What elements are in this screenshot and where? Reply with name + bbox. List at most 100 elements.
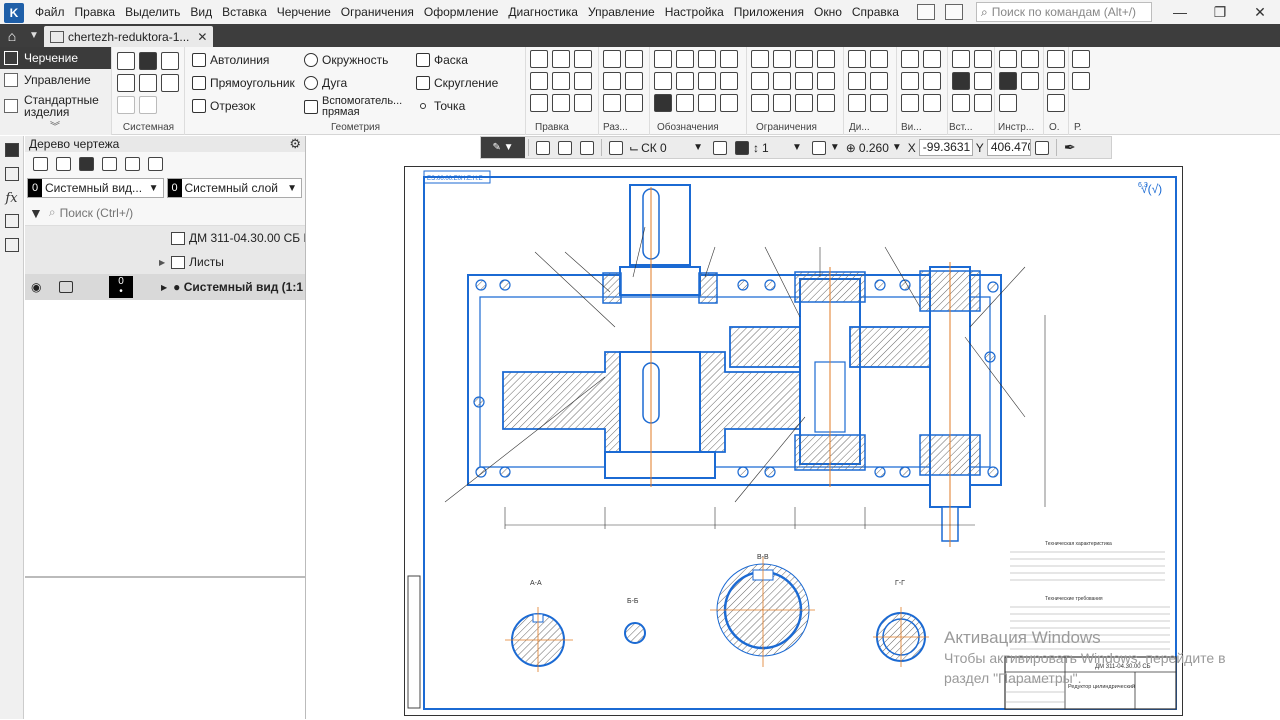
new-doc-icon[interactable] xyxy=(117,52,135,70)
eye-icon[interactable]: ◉ xyxy=(31,280,49,294)
menu-file[interactable]: Файл xyxy=(30,0,70,24)
mark-icon[interactable] xyxy=(654,72,672,90)
insert-note-icon[interactable] xyxy=(974,72,992,90)
numbering-panel-icon[interactable] xyxy=(4,238,19,252)
info-icon[interactable] xyxy=(848,94,866,112)
tree-filter-view-icon[interactable] xyxy=(148,157,163,171)
camera-icon[interactable] xyxy=(945,4,963,20)
tab-list-dropdown-icon[interactable]: ▼ xyxy=(24,24,44,47)
menu-manage[interactable]: Управление xyxy=(583,0,660,24)
collinear-icon[interactable] xyxy=(795,72,813,90)
menu-drawing[interactable]: Черчение xyxy=(272,0,336,24)
view-break-icon[interactable] xyxy=(923,94,941,112)
insert-image-icon[interactable] xyxy=(952,50,970,68)
insert-macro-icon[interactable] xyxy=(952,72,970,90)
array-icon[interactable] xyxy=(530,94,548,112)
angle-dim-icon[interactable] xyxy=(603,72,621,90)
tree-views-icon[interactable] xyxy=(56,157,71,171)
properties-panel-icon[interactable] xyxy=(4,167,19,181)
height-dim-icon[interactable] xyxy=(603,94,621,112)
tree-group-icon[interactable] xyxy=(102,157,117,171)
horizontal-icon[interactable] xyxy=(751,50,769,68)
menu-apps[interactable]: Приложения xyxy=(729,0,809,24)
roughness-icon[interactable] xyxy=(698,50,716,68)
eyedropper-icon[interactable]: ✒ xyxy=(1064,139,1076,156)
view-select[interactable]: 0 Системный вид... ▼ xyxy=(27,178,164,198)
tree-view-row[interactable]: ◉ 0 • ▶ ● Системный вид (1:1 xyxy=(25,274,305,300)
expand-arrow-icon[interactable]: ▶ xyxy=(159,258,165,267)
circle-button[interactable]: Окружность xyxy=(304,53,388,67)
layers-panel-icon[interactable] xyxy=(4,214,19,228)
snap-icon[interactable] xyxy=(536,140,550,155)
position-icon[interactable] xyxy=(676,50,694,68)
new-view-icon[interactable] xyxy=(901,50,919,68)
cut-icon[interactable] xyxy=(698,72,716,90)
measure-icon[interactable] xyxy=(848,50,866,68)
view-detail-icon[interactable] xyxy=(923,72,941,90)
print-icon[interactable] xyxy=(117,74,135,92)
parallel-icon[interactable] xyxy=(751,72,769,90)
render-icon[interactable] xyxy=(1072,72,1090,90)
fix-icon[interactable] xyxy=(795,50,813,68)
ortho-icon[interactable] xyxy=(712,140,727,155)
variables-fx-icon[interactable]: fx xyxy=(0,191,23,206)
text-icon[interactable] xyxy=(654,94,672,112)
tool-style-icon[interactable] xyxy=(999,94,1017,112)
preview-eye-icon[interactable] xyxy=(580,140,594,155)
step-value[interactable]: 1 xyxy=(762,141,792,155)
center-mark-icon[interactable] xyxy=(720,94,738,112)
tool-find-icon[interactable] xyxy=(1021,72,1039,90)
analysis-icon[interactable] xyxy=(870,94,888,112)
symmetric-icon[interactable] xyxy=(751,94,769,112)
insert-object-icon[interactable] xyxy=(974,94,992,112)
view-projection-icon[interactable] xyxy=(923,50,941,68)
table-icon[interactable] xyxy=(676,94,694,112)
local-snap-icon[interactable] xyxy=(558,140,572,155)
zoom-window-icon[interactable] xyxy=(811,140,826,155)
base-icon[interactable] xyxy=(720,50,738,68)
break-icon[interactable] xyxy=(574,94,592,112)
chevron-down-icon[interactable]: ▼ xyxy=(892,142,902,153)
layer-select[interactable]: 0 Системный слой ▼ xyxy=(166,178,302,198)
view-arrow-icon[interactable] xyxy=(720,72,738,90)
save-as-icon[interactable] xyxy=(161,74,179,92)
tab-document[interactable]: chertezh-reduktora-1... ✕ xyxy=(44,26,214,47)
lock-icon[interactable] xyxy=(59,281,73,293)
tool-paint-icon[interactable] xyxy=(999,72,1017,90)
insert-layer-icon[interactable] xyxy=(952,94,970,112)
insert-fragment-icon[interactable] xyxy=(974,50,992,68)
grid-icon[interactable] xyxy=(609,140,623,155)
x-coordinate-field[interactable]: -99.3631 xyxy=(918,139,973,156)
mass-icon[interactable] xyxy=(870,72,888,90)
library-icon[interactable] xyxy=(1047,50,1065,68)
angle-constraint-icon[interactable] xyxy=(817,94,835,112)
report-icon[interactable] xyxy=(1072,50,1090,68)
perpendicular-icon[interactable] xyxy=(773,72,791,90)
mirror-icon[interactable] xyxy=(552,72,570,90)
mode-drawing[interactable]: Черчение xyxy=(0,47,111,69)
minimize-button[interactable]: — xyxy=(1160,4,1200,20)
tool-link-icon[interactable] xyxy=(1021,50,1039,68)
trim-icon[interactable] xyxy=(574,72,592,90)
rectangle-button[interactable]: Прямоугольник xyxy=(192,76,295,90)
coincident-icon[interactable] xyxy=(817,72,835,90)
zoom-value[interactable]: 0.260 xyxy=(859,141,889,155)
hatch-icon[interactable] xyxy=(698,94,716,112)
tree-panel-icon[interactable] xyxy=(4,143,19,157)
menu-insert[interactable]: Вставка xyxy=(217,0,272,24)
equal-icon[interactable] xyxy=(773,94,791,112)
leader-icon[interactable] xyxy=(654,50,672,68)
arc-dim-icon[interactable] xyxy=(625,72,643,90)
tree-search-input[interactable] xyxy=(59,205,290,220)
menu-constraints[interactable]: Ограничения xyxy=(336,0,419,24)
tree-sheets-row[interactable]: ▶ Листы xyxy=(25,250,305,274)
point-button[interactable]: Точка xyxy=(416,99,465,113)
collapse-chevron-icon[interactable]: ︾ xyxy=(50,118,60,133)
chamfer-button[interactable]: Фаска xyxy=(416,53,468,67)
tree-image-icon[interactable] xyxy=(125,157,140,171)
tool-calc-icon[interactable] xyxy=(999,50,1017,68)
mode-management[interactable]: Управление xyxy=(0,69,111,91)
radial-dim-icon[interactable] xyxy=(625,50,643,68)
menu-diagnostics[interactable]: Диагностика xyxy=(503,0,583,24)
check-icon[interactable] xyxy=(870,50,888,68)
